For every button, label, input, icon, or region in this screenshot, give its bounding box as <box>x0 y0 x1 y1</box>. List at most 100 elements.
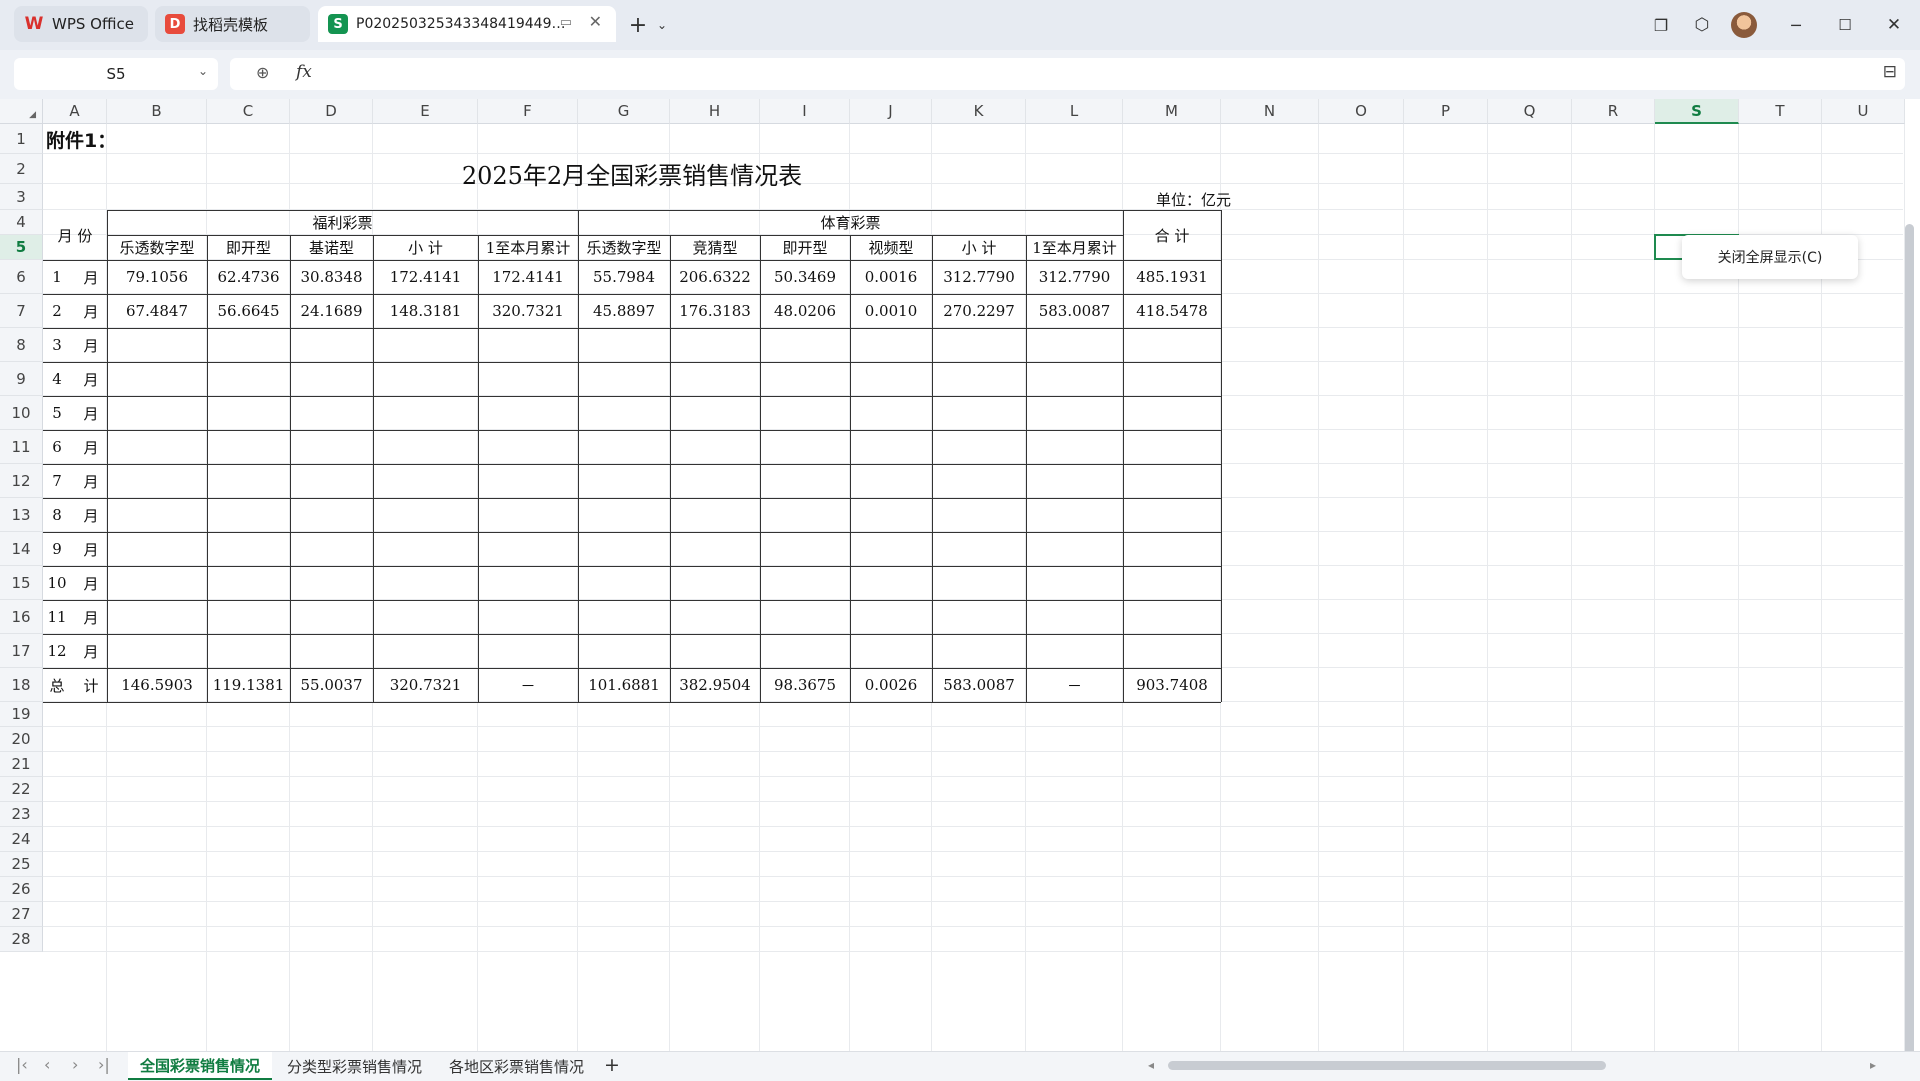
column-header-b[interactable]: B <box>107 99 207 124</box>
row-label: 2 <box>52 302 62 320</box>
column-header-d[interactable]: D <box>290 99 373 124</box>
row-header-17[interactable]: 17 <box>0 634 43 668</box>
sheet-tab-by-type[interactable]: 分类型彩票销售情况 <box>275 1052 434 1080</box>
last-sheet-icon[interactable]: ›| <box>98 1055 110 1074</box>
table-border <box>43 702 1221 703</box>
add-sheet-icon[interactable]: + <box>604 1054 620 1076</box>
column-header-k[interactable]: K <box>932 99 1026 124</box>
close-window-icon[interactable]: ✕ <box>1880 11 1908 39</box>
column-header-j[interactable]: J <box>850 99 932 124</box>
attachment-label: 附件1： <box>46 129 117 152</box>
prev-sheet-icon[interactable]: ‹ <box>44 1055 50 1074</box>
fx-icon[interactable]: fx <box>296 62 312 82</box>
column-header-p[interactable]: P <box>1404 99 1488 124</box>
row-header-16[interactable]: 16 <box>0 600 43 634</box>
column-header-u[interactable]: U <box>1822 99 1905 124</box>
table-border <box>1221 210 1222 702</box>
table-cell <box>207 328 290 362</box>
minimize-icon[interactable]: ─ <box>1782 11 1810 39</box>
row-header-9[interactable]: 9 <box>0 362 43 396</box>
table-cell <box>290 362 373 396</box>
row-header-20[interactable]: 20 <box>0 727 43 752</box>
avatar[interactable] <box>1730 11 1758 39</box>
monitor-icon[interactable]: ▭ <box>560 15 572 30</box>
table-border <box>43 362 1221 363</box>
row-header-7[interactable]: 7 <box>0 294 43 328</box>
row-header-3[interactable]: 3 <box>0 184 43 210</box>
table-cell <box>290 396 373 430</box>
maximize-icon[interactable]: ☐ <box>1831 11 1859 39</box>
column-header-i[interactable]: I <box>760 99 850 124</box>
tab-wps-office[interactable]: W WPS Office <box>14 6 148 42</box>
row-header-11[interactable]: 11 <box>0 430 43 464</box>
expand-formula-icon[interactable]: ⊟ <box>1883 62 1897 82</box>
column-header-s[interactable]: S <box>1655 99 1739 124</box>
vertical-scrollbar[interactable] <box>1905 224 1914 1051</box>
table-border <box>107 235 1123 236</box>
row-header-21[interactable]: 21 <box>0 752 43 777</box>
spreadsheet-grid[interactable]: ◢ A B C D E F G H I J K L M N O P Q R S T U 1 2 3 4 5 6 7 8 9 10 11 12 13… <box>0 99 1920 1051</box>
column-header-t[interactable]: T <box>1739 99 1822 124</box>
row-header-12[interactable]: 12 <box>0 464 43 498</box>
column-header-r[interactable]: R <box>1572 99 1655 124</box>
table-cell <box>850 362 932 396</box>
column-header-n[interactable]: N <box>1221 99 1319 124</box>
row-header-10[interactable]: 10 <box>0 396 43 430</box>
row-header-23[interactable]: 23 <box>0 802 43 827</box>
row-header-2[interactable]: 2 <box>0 154 43 184</box>
select-all-corner[interactable]: ◢ <box>0 99 43 124</box>
row-header-8[interactable]: 8 <box>0 328 43 362</box>
table-cell <box>578 532 670 566</box>
tab-spreadsheet-file[interactable]: S P020250325343348419449… ▭ ✕ <box>318 6 616 42</box>
table-cell <box>290 532 373 566</box>
sheet-tab-national[interactable]: 全国彩票销售情况 <box>128 1052 273 1080</box>
row-header-4[interactable]: 4 <box>0 210 43 235</box>
row-label: 10 <box>47 574 67 592</box>
sheet-tab-by-region[interactable]: 各地区彩票销售情况 <box>437 1052 596 1080</box>
row-header-1[interactable]: 1 <box>0 124 43 154</box>
column-header-c[interactable]: C <box>207 99 290 124</box>
row-header-14[interactable]: 14 <box>0 532 43 566</box>
window-switch-icon[interactable]: ❐ <box>1647 11 1675 39</box>
next-sheet-icon[interactable]: › <box>72 1055 78 1074</box>
column-header-q[interactable]: Q <box>1488 99 1572 124</box>
row-header-18[interactable]: 18 <box>0 668 43 702</box>
row-header-26[interactable]: 26 <box>0 877 43 902</box>
row-header-25[interactable]: 25 <box>0 852 43 877</box>
column-header-h[interactable]: H <box>670 99 760 124</box>
row-header-6[interactable]: 6 <box>0 260 43 294</box>
column-header-o[interactable]: O <box>1319 99 1404 124</box>
row-header-5[interactable]: 5 <box>0 235 43 260</box>
table-border <box>43 396 1221 397</box>
column-header-l[interactable]: L <box>1026 99 1123 124</box>
row-header-13[interactable]: 13 <box>0 498 43 532</box>
chevron-down-icon[interactable]: ⌄ <box>648 11 676 39</box>
column-header-e[interactable]: E <box>373 99 478 124</box>
scroll-right-icon[interactable]: ▸ <box>1870 1058 1876 1072</box>
row-label: 月 <box>83 608 99 627</box>
table-cell <box>1026 566 1123 600</box>
zoom-icon[interactable]: ⊕ <box>256 63 269 82</box>
formula-input[interactable]: ⊕ fx ⊟ <box>230 58 1905 90</box>
row-header-28[interactable]: 28 <box>0 927 43 952</box>
row-header-22[interactable]: 22 <box>0 777 43 802</box>
row-header-24[interactable]: 24 <box>0 827 43 852</box>
column-header-f[interactable]: F <box>478 99 578 124</box>
chevron-down-icon[interactable]: ⌄ <box>198 64 208 78</box>
column-header-a[interactable]: A <box>43 99 107 124</box>
first-sheet-icon[interactable]: |‹ <box>16 1055 28 1074</box>
horizontal-scrollbar[interactable] <box>1168 1061 1606 1070</box>
row-header-27[interactable]: 27 <box>0 902 43 927</box>
row-header-15[interactable]: 15 <box>0 566 43 600</box>
table-cell <box>1123 362 1221 396</box>
row-label: 总 <box>49 676 65 695</box>
exit-fullscreen-button[interactable]: 关闭全屏显示(C) <box>1682 235 1858 279</box>
tab-docer-templates[interactable]: D 找稻壳模板 <box>155 6 310 42</box>
row-header-19[interactable]: 19 <box>0 702 43 727</box>
column-header-g[interactable]: G <box>578 99 670 124</box>
column-header-m[interactable]: M <box>1123 99 1221 124</box>
close-tab-icon[interactable]: ✕ <box>589 12 602 31</box>
cube-icon[interactable]: ⬡ <box>1688 11 1716 39</box>
scroll-left-icon[interactable]: ◂ <box>1148 1058 1154 1072</box>
name-box[interactable]: S5 ⌄ <box>14 58 218 90</box>
